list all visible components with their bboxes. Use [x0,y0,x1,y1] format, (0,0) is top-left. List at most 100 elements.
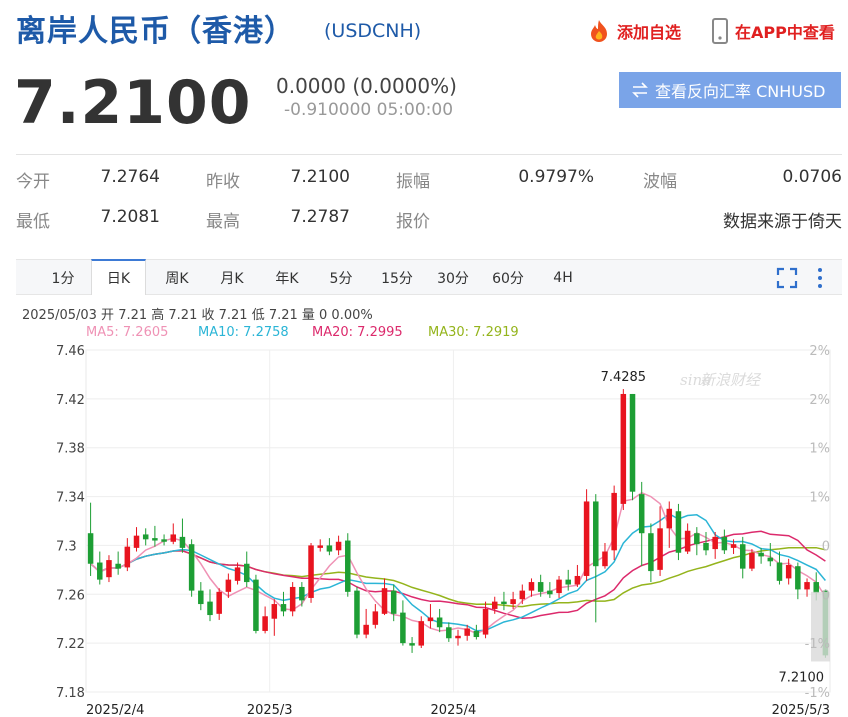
candle [152,525,158,547]
candle-body [161,539,167,542]
tab-1min[interactable]: 1分 [41,260,85,295]
candle-body [583,501,590,576]
candle-body [767,557,774,562]
candle-body [390,590,397,614]
candle-body [326,545,333,552]
candle-body [234,567,241,581]
prev-close-label: 昨收 [206,172,240,192]
x-tick-label: 2025/2/4 [86,703,144,717]
price-subline: -0.910000 05:00:00 [284,100,454,120]
candle-body [106,560,112,578]
candle-body [188,544,195,591]
candle-body [638,494,645,534]
candle-body [547,590,553,595]
candle [280,591,287,617]
data-source: 数据来源于倚天 [723,212,842,232]
candle-body [712,536,718,550]
high-label: 最高 [206,212,240,232]
y-tick-label: 7.26 [56,588,85,603]
add-favorite-button[interactable]: 添加自选 [586,18,681,44]
kline-chart[interactable]: sina 新浪财经 7.46 2%7.42 2%7.38 1%7.34 1%7.3 07.… [0,340,848,717]
candle-body [620,393,627,504]
ma5-label: MA5: 7.2605 [86,325,169,340]
candle [776,551,783,585]
candle-body [556,579,562,594]
candle-body [694,533,700,545]
candle [519,584,526,605]
candle [243,551,250,587]
swap-icon [632,82,648,98]
candle [684,523,691,554]
candle [115,551,121,575]
candle-body [299,586,305,601]
candle-body [758,552,764,557]
candle-body [611,492,617,551]
candle [198,582,204,611]
candle [142,528,149,546]
candle [170,523,177,545]
candle-body [427,617,434,622]
reverse-rate-button[interactable]: 查看反向汇率 CNHUSD [619,72,841,108]
tab-daily[interactable]: 日K [91,259,146,295]
candle-body [501,601,507,605]
tab-5min[interactable]: 5分 [319,260,363,295]
tab-yearly[interactable]: 年K [262,260,312,295]
candle [161,534,167,546]
tab-60min[interactable]: 60分 [484,260,532,295]
candles [87,389,830,662]
candle-body [179,536,186,548]
stats-panel: 今开 7.2764 昨收 7.2100 振幅 0.9797% 波幅 0.0706… [16,154,842,235]
tab-4h[interactable]: 4H [543,260,583,295]
prev-close-value: 7.2100 [290,167,350,187]
candle [345,533,351,597]
candle-body [730,544,737,548]
tab-monthly[interactable]: 月K [207,260,257,295]
pct-tick-label: 1% [809,491,830,506]
candle-body [436,617,443,628]
candle [418,616,425,649]
stats-row: 最低 7.2081 最高 7.2787 报价 数据来源于倚天 [16,195,842,235]
candle-body [124,546,131,568]
tab-15min[interactable]: 15分 [373,260,421,295]
ma30-label: MA30: 7.2919 [428,325,519,340]
candle-body [776,562,783,581]
candle [427,604,434,629]
candle-body [602,551,608,567]
view-in-app-button[interactable]: 在APP中查看 [710,18,835,44]
amplitude-label: 振幅 [396,172,430,192]
y-tick-label: 7.22 [56,637,85,652]
fullscreen-icon[interactable] [776,267,798,289]
candle [436,608,443,633]
candle [593,494,599,623]
candle-body [207,601,213,616]
pct-tick-label: -1% [805,637,830,652]
more-menu-icon[interactable] [814,266,826,290]
phone-icon [712,18,728,44]
ma10-label: MA10: 7.2758 [198,325,289,340]
candle-body [243,563,250,583]
candle-body [133,535,140,548]
candle [133,527,140,552]
candle-body [225,579,232,592]
y-tick-label: 7.42 [56,393,85,408]
candle [317,539,323,552]
tab-weekly[interactable]: 周K [152,260,202,295]
candle-body [813,582,819,594]
candle-body [629,393,636,492]
candle [767,542,774,567]
pct-tick-label: 2% [809,344,830,359]
candle [574,564,581,587]
amplitude-value: 0.9797% [518,167,594,187]
x-tick-label: 2025/4 [431,703,477,717]
tab-30min[interactable]: 30分 [429,260,477,295]
candle [326,538,333,556]
add-favorite-label: 添加自选 [617,23,682,42]
candle-body [593,501,599,567]
candle-body [703,542,709,551]
candle [739,536,746,579]
candle [299,582,305,607]
candle-body [289,586,296,612]
svg-text:新浪财经: 新浪财经 [700,371,762,389]
candle [721,529,728,554]
candle-body [363,624,369,635]
